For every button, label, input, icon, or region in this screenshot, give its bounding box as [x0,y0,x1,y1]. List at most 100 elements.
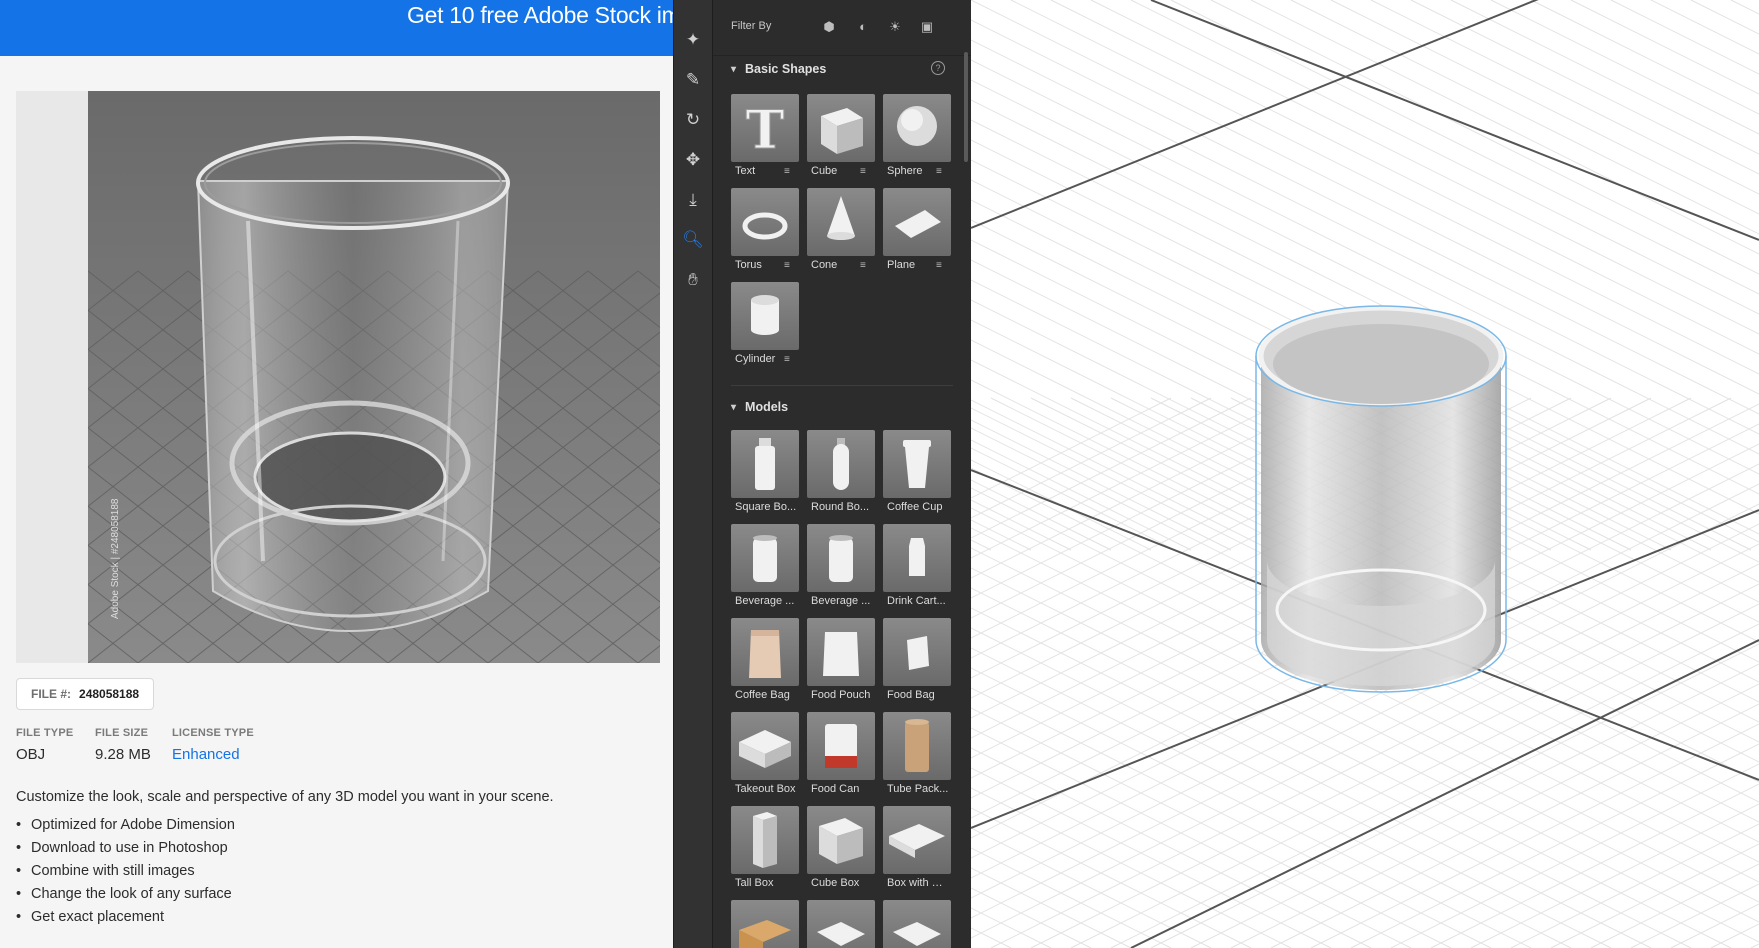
plane-thumbnail [883,188,951,256]
eyedropper-tool-icon[interactable]: ✎ [682,68,704,90]
asset-tile[interactable]: Cylinder ≡ [731,282,799,368]
svg-text:T: T [746,100,785,161]
box-open-thumbnail [883,806,951,874]
asset-tile-label: Tall Box [735,877,774,889]
asset-tile[interactable]: Round Bo... [807,430,875,516]
asset-tile[interactable] [731,900,799,948]
asset-tile-label: Round Bo... [811,501,870,513]
asset-tile[interactable]: Square Bo... [731,430,799,516]
asset-tile[interactable]: Sphere ≡ [883,94,951,180]
asset-tile[interactable] [807,900,875,948]
help-icon[interactable]: ? [931,61,945,75]
3d-viewport-canvas[interactable] [971,0,1759,948]
asset-tile[interactable]: Food Pouch [807,618,875,704]
asset-tile[interactable]: T Text ≡ [731,94,799,180]
model-filter-icon[interactable]: ⬢ [821,19,837,35]
asset-tile[interactable]: Box with O... [883,806,951,892]
license-type-link[interactable]: Enhanced [172,746,254,763]
cube-box-thumbnail [807,806,875,874]
panel-scrollbar[interactable] [964,52,968,162]
glass-model[interactable] [1255,305,1507,693]
models-header[interactable]: ▾ Models [731,400,788,414]
cone-thumbnail [807,188,875,256]
asset-tile[interactable]: Tall Box [731,806,799,892]
file-size-meta: FILE SIZE 9.28 MB [95,727,151,763]
shape-settings-icon[interactable]: ≡ [936,166,942,177]
asset-tile[interactable]: Coffee Bag [731,618,799,704]
asset-tile[interactable]: Takeout Box [731,712,799,798]
asset-tile[interactable]: Torus ≡ [731,188,799,274]
license-type-meta: LICENSE TYPE Enhanced [172,727,254,763]
asset-tile[interactable]: Beverage ... [807,524,875,610]
asset-tile-label: Food Pouch [811,689,871,701]
asset-tile-label: Sphere [887,165,923,177]
asset-tile[interactable]: Beverage ... [731,524,799,610]
asset-tile[interactable]: Cube Box [807,806,875,892]
food-can-thumbnail [807,712,875,780]
shape-settings-icon[interactable]: ≡ [784,354,790,365]
asset-tile-label: Takeout Box [735,783,796,795]
promo-banner[interactable]: Get 10 free Adobe Stock images [0,0,673,56]
asset-tile-label: Cube Box [811,877,860,889]
asset-tile-label: Plane [887,259,916,271]
license-type-label: LICENSE TYPE [172,727,254,739]
file-type-value: OBJ [16,746,46,763]
asset-tile-label: Cone [811,259,838,271]
asset-tile[interactable]: Food Can [807,712,875,798]
file-size-label: FILE SIZE [95,727,149,739]
chevron-down-icon: ▾ [731,401,737,413]
asset-tile-label: Food Can [811,783,860,795]
image-filter-icon[interactable]: ▣ [919,19,935,35]
assets-panel: Filter By ⬢ ◐ ☀ ▣ ▾ Basic Shapes ? T Text… [712,0,971,948]
file-size-value: 9.28 MB [95,746,151,763]
asset-tile[interactable]: Drink Cart... [883,524,951,610]
asset-tile[interactable]: Food Bag [883,618,951,704]
magic-wand-tool-icon[interactable]: ✦ [682,28,704,50]
asset-tile[interactable]: Cube ≡ [807,94,875,180]
asset-preview-image[interactable] [88,91,660,663]
asset-tile-label: Square Bo... [735,501,797,513]
filter-by-label: Filter By [731,20,772,32]
shape-settings-icon[interactable]: ≡ [860,166,866,177]
asset-tile-label: Tube Pack... [887,783,949,795]
orbit-tool-icon[interactable]: ↻ [682,108,704,130]
asset-tile-label: Drink Cart... [887,595,946,607]
file-number-chip: FILE #: 248058188 [16,678,155,710]
promo-banner-text[interactable]: Get 10 free Adobe Stock images [407,0,673,30]
shape-settings-icon[interactable]: ≡ [784,166,790,177]
round-bottle-thumbnail [807,430,875,498]
asset-tile[interactable]: Tube Pack... [883,712,951,798]
feature-item: Combine with still images [16,861,235,884]
sphere-thumbnail [883,94,951,162]
move-tool-icon[interactable]: ✥ [682,148,704,170]
asset-tile[interactable] [883,900,951,948]
carton-thumbnail [883,524,951,592]
feature-item: Get exact placement [16,907,235,930]
shape-settings-icon[interactable]: ≡ [784,260,790,271]
folded-thumbnail [807,900,875,948]
basic-shapes-header[interactable]: ▾ Basic Shapes [731,62,826,76]
asset-tile[interactable]: Coffee Cup [883,430,951,516]
asset-tile[interactable]: Cone ≡ [807,188,875,274]
feature-item: Optimized for Adobe Dimension [16,815,235,838]
shape-settings-icon[interactable]: ≡ [860,260,866,271]
tube-thumbnail [883,712,951,780]
asset-tile[interactable]: Plane ≡ [883,188,951,274]
file-type-meta: FILE TYPE OBJ [16,727,73,763]
folded2-thumbnail [883,900,951,948]
zoom-tool-icon[interactable]: 🔍︎ [682,228,704,250]
hand-tool-icon[interactable]: ✋︎ [682,268,704,290]
asset-tile-label: Text [735,165,756,177]
light-filter-icon[interactable]: ☀ [887,19,903,35]
file-number-value: 248058188 [79,687,140,701]
material-filter-icon[interactable]: ◐ [855,19,871,35]
asset-tile-label: Box with O... [887,877,949,889]
section-divider [731,385,953,386]
shape-settings-icon[interactable]: ≡ [936,260,942,271]
basic-shapes-title: Basic Shapes [745,62,827,76]
can2-thumbnail [807,524,875,592]
asset-tile-label: Beverage ... [811,595,871,607]
drop-to-ground-tool-icon[interactable]: ⤓ [682,188,704,210]
tool-strip: ✦ ✎ ↻ ✥ ⤓ 🔍︎ ✋︎ [673,0,712,948]
asset-tile-label: Coffee Bag [735,689,790,701]
